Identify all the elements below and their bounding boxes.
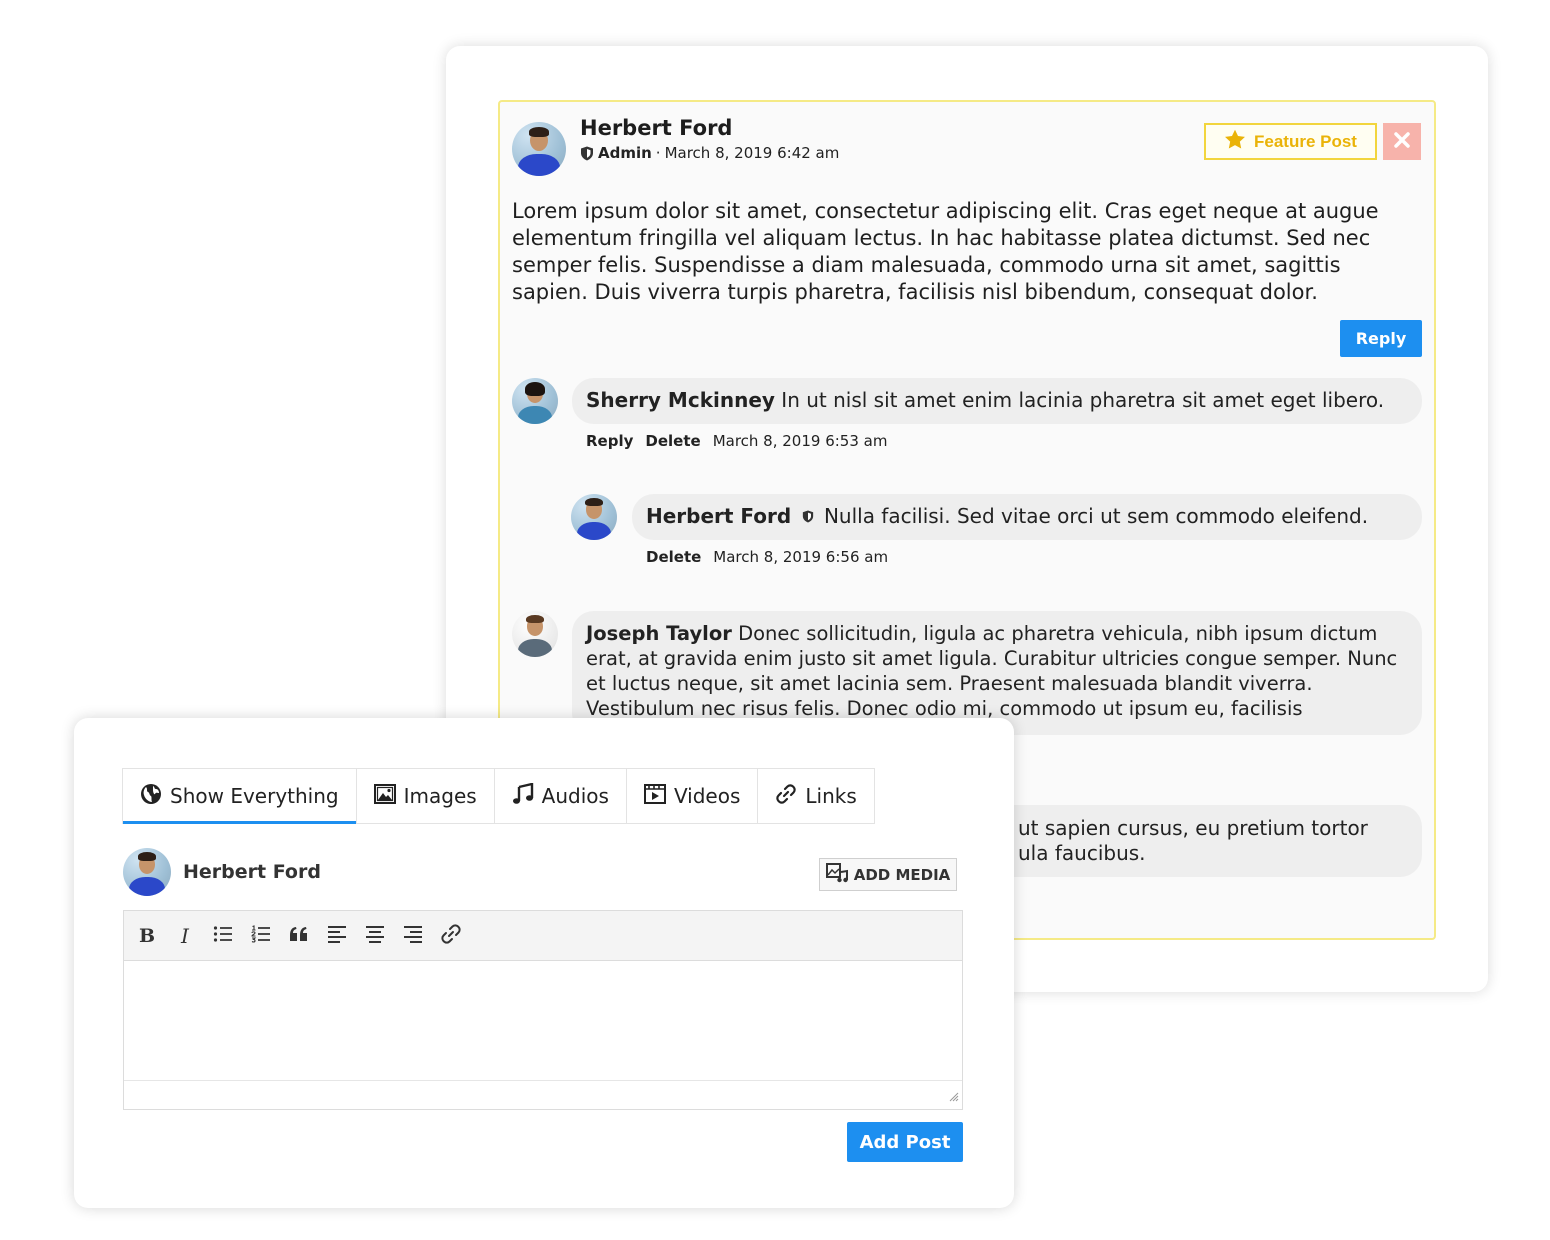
link-icon bbox=[440, 923, 462, 949]
close-icon bbox=[1394, 131, 1410, 152]
align-center-icon bbox=[365, 925, 385, 947]
bullet-list-button[interactable] bbox=[212, 925, 234, 947]
bold-button[interactable]: B bbox=[136, 925, 158, 947]
editor-toolbar: B I bbox=[124, 911, 962, 961]
comment-bubble: Sherry Mckinney In ut nisl sit amet enim… bbox=[572, 378, 1422, 424]
tab-audios[interactable]: Audios bbox=[495, 769, 627, 823]
editor-footer bbox=[124, 1081, 962, 1109]
comment-author[interactable]: Herbert Ford bbox=[646, 504, 791, 528]
comment-delete-link[interactable]: Delete bbox=[645, 432, 700, 450]
tab-label: Images bbox=[403, 784, 477, 808]
filter-tabs: Show Everything Images Audios Videos Lin… bbox=[122, 768, 875, 824]
numbered-list-button[interactable] bbox=[250, 924, 272, 947]
tab-label: Audios bbox=[541, 784, 609, 808]
align-left-button[interactable] bbox=[326, 925, 348, 947]
add-media-button[interactable]: ADD MEDIA bbox=[819, 858, 957, 891]
commenter-avatar[interactable] bbox=[512, 611, 558, 657]
tab-label: Videos bbox=[673, 784, 741, 808]
add-media-icon bbox=[825, 862, 848, 887]
comment-bubble: Herbert Ford Nulla facilisi. Sed vitae o… bbox=[632, 494, 1422, 540]
align-center-button[interactable] bbox=[364, 925, 386, 947]
feature-post-label: Feature Post bbox=[1254, 131, 1357, 151]
comment-text: Nulla facilisi. Sed vitae orci ut sem co… bbox=[823, 504, 1369, 528]
composer-author-name: Herbert Ford bbox=[183, 861, 321, 883]
comment-timestamp: March 8, 2019 6:53 am bbox=[712, 432, 888, 450]
add-media-label: ADD MEDIA bbox=[853, 865, 951, 884]
blockquote-button[interactable] bbox=[288, 925, 310, 947]
tab-label: Links bbox=[805, 784, 857, 808]
tab-images[interactable]: Images bbox=[357, 769, 495, 823]
align-left-icon bbox=[327, 925, 347, 947]
star-icon bbox=[1224, 129, 1246, 155]
post-author-role: Admin bbox=[598, 144, 652, 162]
composer-avatar bbox=[123, 848, 171, 896]
add-post-button[interactable]: Add Post bbox=[847, 1122, 963, 1162]
remove-post-button[interactable] bbox=[1383, 123, 1421, 160]
post-author-name[interactable]: Herbert Ford bbox=[580, 116, 732, 140]
rich-text-editor: B I bbox=[123, 910, 963, 1110]
bullet-list-icon bbox=[213, 925, 233, 947]
post-body: Lorem ipsum dolor sit amet, consectetur … bbox=[512, 199, 1379, 304]
numbered-list-icon bbox=[251, 924, 271, 947]
comment-reply-link[interactable]: Reply bbox=[586, 432, 633, 450]
comment-delete-link[interactable]: Delete bbox=[646, 548, 701, 566]
resize-handle-icon[interactable] bbox=[949, 1087, 959, 1106]
post-timestamp: March 8, 2019 6:42 am bbox=[664, 144, 840, 162]
shield-icon bbox=[802, 504, 814, 529]
comment-bubble: Joseph Taylor Donec sollicitudin, ligula… bbox=[572, 611, 1422, 745]
feature-post-button[interactable]: Feature Post bbox=[1204, 123, 1377, 160]
italic-button[interactable]: I bbox=[174, 924, 196, 948]
tab-videos[interactable]: Videos bbox=[627, 769, 759, 823]
tab-label: Show Everything bbox=[170, 784, 339, 808]
comment-actions: Delete March 8, 2019 6:56 am bbox=[646, 548, 888, 566]
link-icon bbox=[775, 783, 797, 810]
comment-author[interactable]: Sherry Mckinney bbox=[586, 388, 775, 412]
comment-author[interactable]: Joseph Taylor bbox=[586, 622, 732, 645]
meta-separator: · bbox=[655, 144, 661, 162]
post-composer: Show Everything Images Audios Videos Lin… bbox=[74, 718, 1014, 1208]
post-text-area[interactable] bbox=[124, 961, 962, 1081]
comment-bubble: ut sapien cursus, eu pretium tortor ula … bbox=[970, 805, 1422, 877]
tab-links[interactable]: Links bbox=[758, 769, 873, 823]
align-right-icon bbox=[403, 925, 423, 947]
image-icon bbox=[373, 783, 396, 809]
music-icon bbox=[512, 781, 534, 810]
comment-text: In ut nisl sit amet enim lacinia pharetr… bbox=[781, 388, 1385, 412]
commenter-avatar[interactable] bbox=[512, 378, 558, 424]
author-avatar[interactable] bbox=[512, 122, 566, 176]
shield-icon bbox=[580, 146, 594, 161]
comment-actions: Reply Delete March 8, 2019 6:53 am bbox=[586, 432, 887, 450]
globe-icon bbox=[140, 783, 162, 810]
quote-icon bbox=[289, 926, 309, 946]
video-icon bbox=[643, 783, 666, 809]
insert-link-button[interactable] bbox=[440, 923, 462, 949]
reply-button[interactable]: Reply bbox=[1340, 320, 1422, 357]
comment-text: ut sapien cursus, eu pretium tortor ula … bbox=[1018, 816, 1368, 865]
align-right-button[interactable] bbox=[402, 925, 424, 947]
commenter-avatar[interactable] bbox=[571, 494, 617, 540]
comment-timestamp: March 8, 2019 6:56 am bbox=[713, 548, 889, 566]
post-meta: Admin · March 8, 2019 6:42 am bbox=[580, 144, 839, 162]
tab-show-everything[interactable]: Show Everything bbox=[123, 769, 357, 824]
